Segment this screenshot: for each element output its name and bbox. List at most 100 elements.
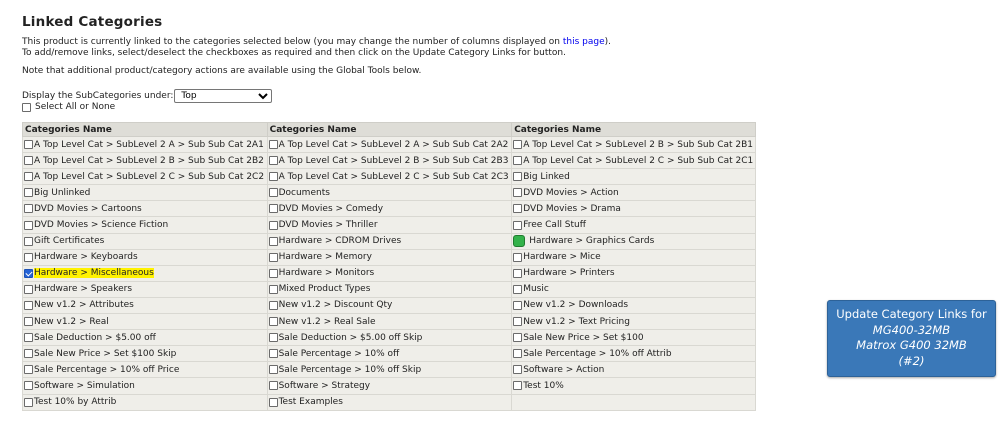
category-item: Sale Deduction > $5.00 off Skip — [268, 332, 511, 343]
category-item: DVD Movies > Science Fiction — [24, 220, 266, 230]
category-checkbox[interactable] — [513, 204, 523, 214]
category-checkbox[interactable] — [268, 365, 278, 375]
category-checkbox[interactable] — [24, 236, 33, 246]
category-checkbox[interactable] — [24, 397, 33, 407]
category-checkbox[interactable] — [24, 140, 33, 150]
category-checkbox[interactable] — [513, 300, 523, 310]
category-label: Gift Certificates — [34, 236, 105, 247]
category-item: Sale Percentage > 10% off Attrib — [513, 349, 754, 359]
category-checkbox[interactable] — [268, 220, 278, 230]
category-checkbox[interactable] — [513, 365, 523, 375]
category-checkbox[interactable] — [268, 172, 278, 182]
columns-settings-link[interactable]: this page — [563, 37, 605, 47]
category-checkbox[interactable] — [268, 156, 278, 166]
category-checkbox[interactable] — [268, 397, 278, 407]
category-checkbox[interactable] — [513, 381, 523, 391]
category-checkbox[interactable] — [24, 333, 33, 343]
category-checkbox[interactable] — [268, 252, 278, 262]
category-item: Sale Percentage > 10% off Skip — [268, 365, 511, 375]
category-label: Hardware > CDROM Drives — [278, 236, 402, 247]
category-checkbox[interactable] — [24, 365, 33, 375]
category-checkbox[interactable] — [513, 349, 523, 359]
category-checkbox[interactable] — [268, 381, 278, 391]
category-label: DVD Movies > Action — [523, 187, 619, 198]
category-checkbox[interactable] — [24, 268, 33, 278]
select-all-checkbox[interactable] — [22, 102, 31, 112]
category-checkbox[interactable] — [24, 156, 33, 166]
categories-table-body: A Top Level Cat > SubLevel 2 A > Sub Sub… — [22, 135, 756, 411]
category-cell: Hardware > Memory — [266, 248, 513, 266]
category-checkbox[interactable] — [268, 204, 278, 214]
category-checkbox[interactable] — [513, 252, 523, 262]
table-row: Software > Simulation Software > Strategy… — [22, 377, 756, 395]
category-cell: Hardware > Graphics Cards — [511, 232, 756, 250]
intro-line1-before: This product is currently linked to the … — [22, 37, 563, 47]
category-item: Sale Percentage > 10% off — [268, 349, 511, 359]
table-row: A Top Level Cat > SubLevel 2 A > Sub Sub… — [22, 135, 756, 154]
category-checkbox[interactable] — [24, 300, 33, 310]
category-checkbox[interactable] — [513, 156, 523, 166]
category-checkbox[interactable] — [24, 381, 33, 391]
category-item: Music — [513, 284, 754, 294]
category-item: Hardware > Speakers — [24, 284, 266, 294]
category-checkbox[interactable] — [24, 317, 33, 327]
category-checkbox[interactable] — [513, 220, 523, 230]
category-label: A Top Level Cat > SubLevel 2 B > Sub Sub… — [523, 139, 754, 150]
category-label: Big Linked — [523, 171, 570, 182]
category-label: New v1.2 > Real — [34, 316, 109, 327]
update-button-product-id: (#2) — [898, 353, 925, 368]
category-item: Software > Action — [513, 365, 754, 375]
category-checkbox[interactable] — [24, 220, 33, 230]
category-checkbox[interactable] — [513, 317, 523, 327]
category-checkbox[interactable] — [268, 236, 278, 246]
category-label: Sale Percentage > 10% off Price — [34, 364, 180, 375]
category-checkbox[interactable] — [268, 317, 278, 327]
subcategory-select[interactable]: Top — [174, 89, 273, 103]
category-cell: A Top Level Cat > SubLevel 2 B > Sub Sub… — [22, 152, 268, 170]
select-all-row: Select All or None — [22, 102, 115, 112]
category-checkbox[interactable] — [513, 268, 523, 278]
category-label: Sale Deduction > $5.00 off Skip — [278, 332, 423, 343]
category-label: Hardware > Speakers — [34, 284, 133, 295]
category-checkbox[interactable] — [268, 284, 278, 294]
table-row: Gift Certificates Hardware > CDROM Drives… — [22, 232, 756, 250]
category-cell: Test Examples — [266, 393, 513, 411]
category-cell: Test 10% by Attrib — [22, 393, 268, 411]
category-checkbox[interactable] — [513, 284, 523, 294]
category-checkbox[interactable] — [24, 204, 33, 214]
category-label: A Top Level Cat > SubLevel 2 A > Sub Sub… — [278, 139, 509, 150]
category-cell: DVD Movies > Thriller — [266, 216, 513, 234]
category-checkbox[interactable] — [513, 188, 523, 198]
category-item: Big Linked — [513, 172, 754, 182]
category-checkbox[interactable] — [24, 172, 33, 182]
category-checkbox[interactable] — [268, 349, 278, 359]
category-cell: Software > Strategy — [266, 377, 513, 395]
category-checkbox[interactable] — [268, 188, 278, 198]
category-checkbox[interactable] — [513, 140, 523, 150]
category-cell: New v1.2 > Attributes — [22, 296, 268, 315]
category-checkbox[interactable] — [24, 284, 33, 294]
category-item: Hardware > Monitors — [268, 268, 511, 278]
category-checkbox[interactable] — [268, 300, 278, 310]
table-row: Test 10% by Attrib Test Examples — [22, 393, 756, 411]
category-checkbox[interactable] — [513, 333, 523, 343]
category-cell: A Top Level Cat > SubLevel 2 C > Sub Sub… — [511, 152, 756, 170]
category-cell: Sale Deduction > $5.00 off Skip — [266, 329, 513, 347]
category-cell: Hardware > Miscellaneous — [22, 264, 268, 282]
intro-line1-after: ). — [604, 37, 612, 47]
category-checkbox[interactable] — [513, 172, 523, 182]
category-cell: Sale Deduction > $5.00 off — [22, 329, 268, 347]
update-category-links-button[interactable]: Update Category Links for MG400-32MB Mat… — [827, 300, 996, 377]
category-checkbox[interactable] — [268, 268, 278, 278]
category-cell: New v1.2 > Downloads — [511, 296, 756, 315]
category-cell: A Top Level Cat > SubLevel 2 B > Sub Sub… — [511, 135, 756, 154]
category-item: New v1.2 > Real — [24, 317, 266, 327]
category-checkbox[interactable] — [268, 333, 278, 343]
category-checkbox[interactable] — [24, 252, 33, 262]
category-checkbox[interactable] — [268, 140, 278, 150]
category-cell: New v1.2 > Real Sale — [266, 313, 513, 331]
category-cell: Hardware > Speakers — [22, 280, 268, 298]
category-checkbox[interactable] — [24, 349, 33, 359]
category-label: A Top Level Cat > SubLevel 2 B > Sub Sub… — [34, 155, 264, 166]
category-checkbox[interactable] — [24, 188, 33, 198]
